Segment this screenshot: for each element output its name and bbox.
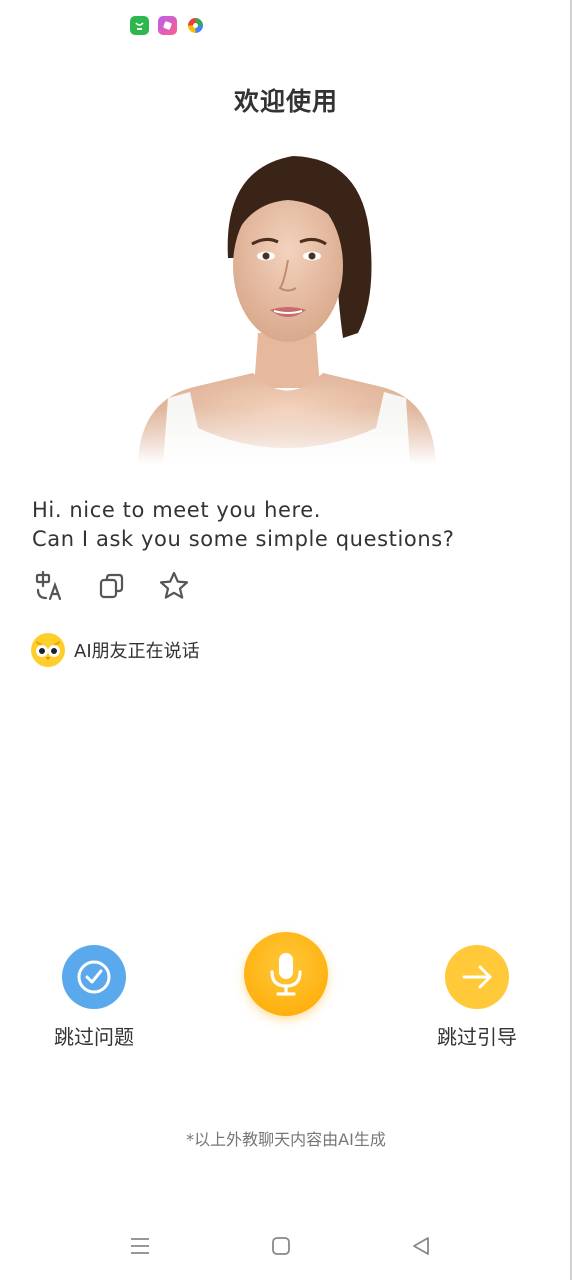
home-icon[interactable] — [263, 1228, 299, 1264]
skip-guide-button[interactable] — [445, 945, 509, 1009]
back-icon[interactable] — [403, 1228, 439, 1264]
message-actions — [32, 568, 192, 604]
green-bag-app-icon — [130, 16, 149, 35]
ai-message-line-2: Can I ask you some simple questions? — [32, 527, 455, 551]
mic-control — [243, 932, 329, 1016]
ai-teacher-avatar — [128, 148, 444, 464]
star-icon[interactable] — [156, 568, 192, 604]
skip-guide-control: 跳过引导 — [433, 945, 521, 1050]
menu-icon[interactable] — [122, 1228, 158, 1264]
system-nav-bar — [0, 1228, 572, 1264]
skip-question-label: 跳过问题 — [54, 1025, 134, 1049]
microphone-icon — [270, 953, 302, 996]
colorful-circle-app-icon — [186, 16, 205, 35]
ai-message: Hi. nice to meet you here. Can I ask you… — [32, 496, 455, 554]
mic-button[interactable] — [244, 932, 328, 1016]
app-screen: 欢迎使用 Hi. nice to meet you here. Can I as… — [0, 0, 572, 1280]
speaker-status: AI朋友正在说话 — [30, 632, 200, 668]
skip-question-button[interactable] — [62, 945, 126, 1009]
skip-question-control: 跳过问题 — [50, 945, 138, 1050]
speaker-status-label: AI朋友正在说话 — [74, 641, 200, 662]
ai-disclaimer: *以上外教聊天内容由AI生成 — [186, 1130, 386, 1149]
ai-message-line-1: Hi. nice to meet you here. — [32, 498, 322, 522]
skip-guide-label: 跳过引导 — [437, 1025, 517, 1049]
copy-icon[interactable] — [94, 568, 130, 604]
arrow-right-icon — [462, 965, 492, 989]
owl-icon — [31, 633, 65, 667]
check-circle-icon — [77, 960, 111, 994]
pink-app-icon — [158, 16, 177, 35]
translate-icon[interactable] — [32, 568, 68, 604]
page-title: 欢迎使用 — [233, 87, 338, 116]
status-bar-app-icons — [130, 16, 205, 35]
